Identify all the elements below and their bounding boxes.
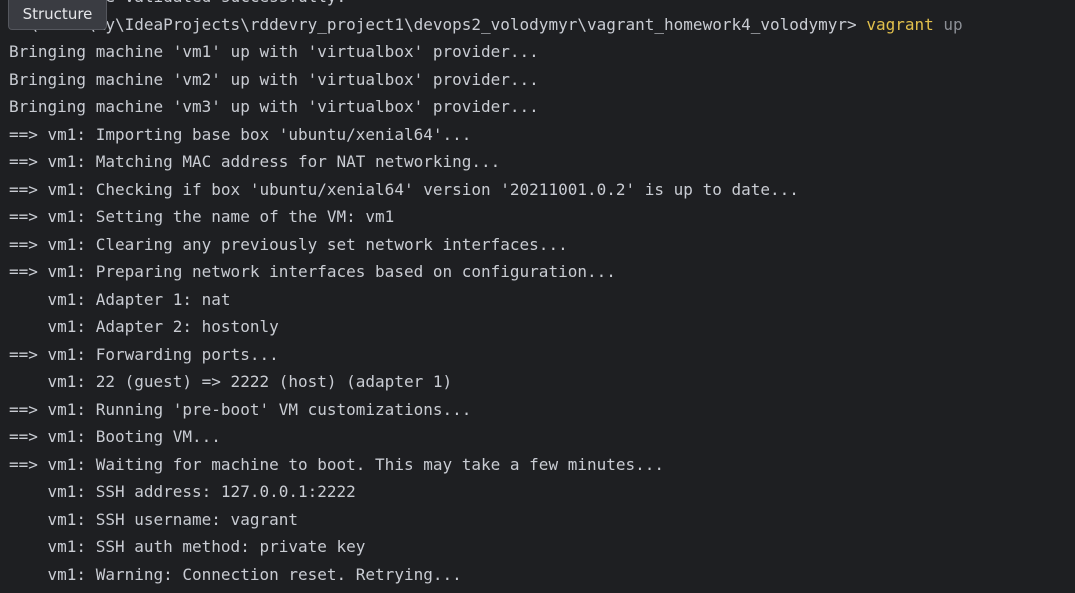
terminal-line: ==> vm1: Importing base box 'ubuntu/xeni…	[9, 124, 472, 144]
terminal-line: Bringing machine 'vm1' up with 'virtualb…	[9, 42, 539, 61]
terminal-panel[interactable]: Structure Vagrantfile validated successf…	[0, 0, 1075, 593]
terminal-line: vm1: Warning: Connection reset. Retrying…	[9, 564, 462, 584]
terminal-line: Bringing machine 'vm2' up with 'virtualb…	[9, 69, 539, 89]
prompt-path: C:\Users\Ry\IdeaProjects\rddevry_project…	[9, 14, 867, 34]
terminal-line: vm1: 22 (guest) => 2222 (host) (adapter …	[9, 372, 453, 391]
terminal-line: ==> vm1: Setting the name of the VM: vm1	[9, 207, 395, 226]
terminal-line-partial: Vagrantfile validated successfully.	[9, 0, 963, 11]
terminal-line: ==> vm1: Checking if box 'ubuntu/xenial6…	[9, 179, 799, 199]
terminal-line: Bringing machine 'vm3' up with 'virtualb…	[9, 97, 539, 116]
terminal-line: ==> vm1: Forwarding ports...	[9, 344, 279, 364]
terminal-line: vm1: Adapter 1: nat	[9, 289, 231, 309]
terminal-line: ==> vm1: Clearing any previously set net…	[9, 234, 568, 254]
command-prompt-line: C:\Users\Ry\IdeaProjects\rddevry_project…	[9, 11, 963, 39]
terminal-line: ==> vm1: Waiting for machine to boot. Th…	[9, 454, 665, 474]
terminal-line: ==> vm1: Matching MAC address for NAT ne…	[9, 152, 501, 171]
command-space	[934, 15, 944, 34]
terminal-line: ==> vm1: Running 'pre-boot' VM customiza…	[9, 399, 472, 419]
structure-button[interactable]: Structure	[8, 0, 107, 30]
terminal-line: vm1: SSH address: 127.0.0.1:2222	[9, 482, 356, 501]
command-name: vagrant	[866, 14, 934, 34]
terminal-line: ==> vm1: Booting VM...	[9, 427, 221, 446]
terminal-output: Vagrantfile validated successfully. C:\U…	[9, 0, 963, 588]
terminal-line: ==> vm1: Preparing network interfaces ba…	[9, 262, 616, 281]
terminal-line: vm1: SSH username: vagrant	[9, 509, 298, 529]
terminal-line: vm1: Adapter 2: hostonly	[9, 317, 279, 336]
terminal-line: vm1: SSH auth method: private key	[9, 537, 366, 556]
command-argument: up	[943, 14, 963, 34]
